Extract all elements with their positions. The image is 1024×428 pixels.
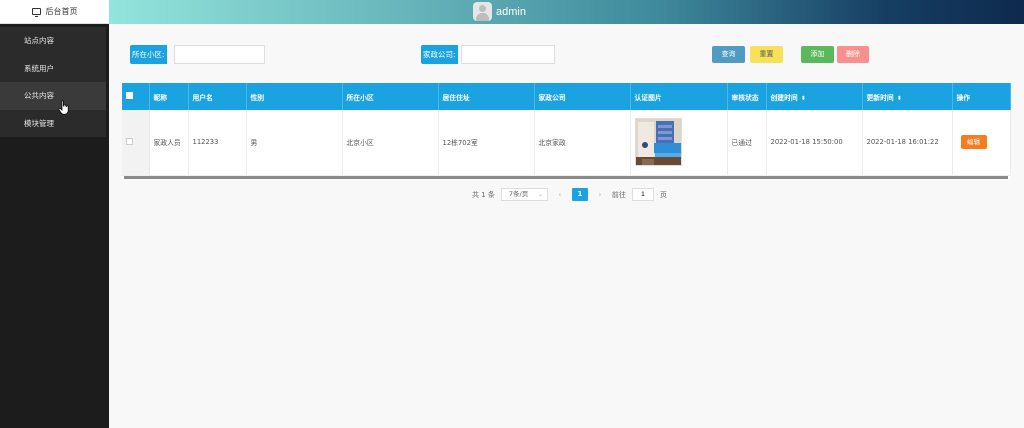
next-page-icon[interactable]: › bbox=[594, 190, 606, 199]
col-header-action: 操作 bbox=[952, 83, 1011, 110]
col-header-username: 用户名 bbox=[188, 83, 247, 110]
reset-button[interactable]: 重置 bbox=[750, 46, 783, 63]
goto-page-input[interactable] bbox=[631, 188, 654, 201]
col-header-updated[interactable]: 更新时间 ⬍ bbox=[862, 83, 953, 110]
sidebar-home-link[interactable]: 后台首页 bbox=[0, 0, 109, 24]
horizontal-scrollbar[interactable] bbox=[124, 175, 1008, 179]
pagination: 共 1 条 7条/页 ⌄ ‹ 1 › 前往 页 bbox=[472, 188, 667, 201]
user-menu[interactable]: admin bbox=[473, 2, 526, 21]
cell-company: 北京家政 bbox=[534, 110, 631, 176]
cell-gender: 男 bbox=[246, 110, 343, 176]
sidebar: 后台首页 站点内容 系统用户 公共内容 模块管理 bbox=[0, 0, 109, 428]
select-all-checkbox[interactable] bbox=[126, 92, 133, 99]
cell-community: 北京小区 bbox=[342, 110, 439, 176]
table-header-row: 昵称 用户名 性别 所在小区 居住住址 家政公司 认证图片 审核状态 创建时间 ⬍… bbox=[122, 83, 1011, 110]
community-label: 所在小区: bbox=[130, 45, 167, 64]
sidebar-item-public-content[interactable]: 公共内容 bbox=[0, 82, 106, 110]
username-label: admin bbox=[496, 5, 526, 18]
chevron-down-icon: ⌄ bbox=[537, 191, 543, 198]
delete-button[interactable]: 删除 bbox=[837, 46, 869, 63]
current-page-button[interactable]: 1 bbox=[571, 188, 588, 201]
sidebar-menu: 站点内容 系统用户 公共内容 模块管理 bbox=[0, 27, 106, 137]
edit-button[interactable]: 编辑 bbox=[960, 135, 987, 150]
cell-address: 12栋702室 bbox=[438, 110, 535, 176]
sidebar-item-system-users[interactable]: 系统用户 bbox=[0, 55, 106, 83]
col-header-updated-label: 更新时间 bbox=[866, 93, 894, 102]
sort-icon[interactable]: ⬍ bbox=[897, 95, 902, 102]
add-button[interactable]: 添加 bbox=[801, 46, 834, 63]
cell-cert-image bbox=[630, 110, 728, 176]
sidebar-item-site-content[interactable]: 站点内容 bbox=[0, 27, 106, 55]
sidebar-home-label: 后台首页 bbox=[45, 7, 78, 16]
col-header-gender: 性别 bbox=[246, 83, 343, 110]
page-unit-label: 页 bbox=[659, 190, 667, 199]
cell-created: 2022-01-18 15:50:00 bbox=[766, 110, 863, 176]
sidebar-item-module-management[interactable]: 模块管理 bbox=[0, 110, 106, 138]
cell-updated: 2022-01-18 16:01:22 bbox=[862, 110, 953, 176]
row-select-cell bbox=[122, 110, 150, 176]
cert-image-thumbnail[interactable] bbox=[634, 118, 682, 167]
total-count: 共 1 条 bbox=[472, 190, 495, 199]
data-table: 昵称 用户名 性别 所在小区 居住住址 家政公司 认证图片 审核状态 创建时间 ⬍… bbox=[122, 83, 1011, 179]
cell-nickname: 家政人员 bbox=[149, 110, 189, 176]
col-header-cert-image: 认证图片 bbox=[630, 83, 728, 110]
row-checkbox[interactable] bbox=[126, 137, 133, 145]
company-label: 家政公司: bbox=[421, 45, 458, 64]
hand-cursor-icon bbox=[58, 100, 69, 115]
company-input[interactable] bbox=[461, 45, 555, 64]
page-size-select[interactable]: 7条/页 ⌄ bbox=[500, 188, 548, 201]
col-header-status: 审核状态 bbox=[727, 83, 767, 110]
col-header-company: 家政公司 bbox=[534, 83, 631, 110]
query-button[interactable]: 查询 bbox=[712, 46, 745, 63]
cell-status: 已通过 bbox=[727, 110, 767, 176]
main-content: 所在小区: 家政公司: 查询 重置 添加 删除 昵称 用户名 性别 所在小区 居… bbox=[109, 24, 1024, 428]
goto-label: 前往 bbox=[611, 190, 626, 199]
col-header-nickname: 昵称 bbox=[149, 83, 189, 110]
select-all-cell bbox=[122, 83, 150, 110]
photo-icon bbox=[635, 119, 681, 166]
sort-icon[interactable]: ⬍ bbox=[801, 95, 806, 102]
prev-page-icon[interactable]: ‹ bbox=[554, 190, 566, 199]
top-header: admin bbox=[109, 0, 1024, 24]
cell-action: 编辑 bbox=[952, 110, 1011, 176]
col-header-created[interactable]: 创建时间 ⬍ bbox=[766, 83, 863, 110]
community-input[interactable] bbox=[174, 45, 265, 64]
col-header-community: 所在小区 bbox=[342, 83, 439, 110]
avatar bbox=[473, 2, 492, 21]
col-header-created-label: 创建时间 bbox=[770, 93, 798, 102]
monitor-icon bbox=[31, 8, 41, 17]
col-header-address: 居住住址 bbox=[438, 83, 535, 110]
cell-username: 112233 bbox=[188, 110, 247, 176]
page-size-value: 7条/页 bbox=[508, 190, 529, 198]
table-row: 家政人员 112233 男 北京小区 12栋702室 北京家政 已通过 2022… bbox=[122, 110, 1011, 176]
